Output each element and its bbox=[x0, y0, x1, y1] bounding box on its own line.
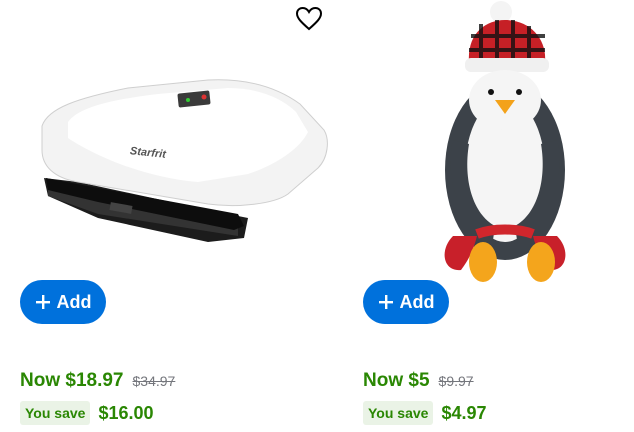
add-to-cart-button[interactable]: Add bbox=[20, 280, 106, 324]
add-button-label: Add bbox=[399, 291, 435, 312]
you-save-badge: You save bbox=[20, 401, 91, 425]
you-save-badge: You save bbox=[363, 401, 434, 425]
was-price: $34.97 bbox=[132, 373, 176, 389]
favorite-heart-icon[interactable] bbox=[295, 6, 323, 32]
savings-row: You save $16.00 bbox=[20, 401, 154, 425]
save-amount: $16.00 bbox=[98, 402, 154, 423]
price-row: Now $5 $9.97 bbox=[363, 370, 474, 392]
product-image-penguin[interactable] bbox=[433, 0, 593, 300]
add-to-cart-button[interactable]: Add bbox=[363, 280, 449, 324]
was-price: $9.97 bbox=[438, 373, 474, 389]
plus-icon bbox=[35, 295, 50, 309]
product-card-penguin[interactable]: Add Now $5 $9.97 You save $4.97 bbox=[343, 0, 634, 432]
current-price: Now $5 bbox=[363, 370, 430, 391]
add-button-label: Add bbox=[56, 291, 92, 312]
save-amount: $4.97 bbox=[441, 402, 487, 423]
plus-icon bbox=[378, 295, 393, 309]
product-image-grill[interactable]: Starfrit bbox=[38, 78, 332, 252]
current-price: Now $18.97 bbox=[20, 370, 124, 391]
savings-row: You save $4.97 bbox=[363, 401, 486, 425]
product-card-grill[interactable]: Starfrit Add Now $18.97 $34.97 You save … bbox=[0, 0, 340, 432]
price-row: Now $18.97 $34.97 bbox=[20, 370, 175, 392]
